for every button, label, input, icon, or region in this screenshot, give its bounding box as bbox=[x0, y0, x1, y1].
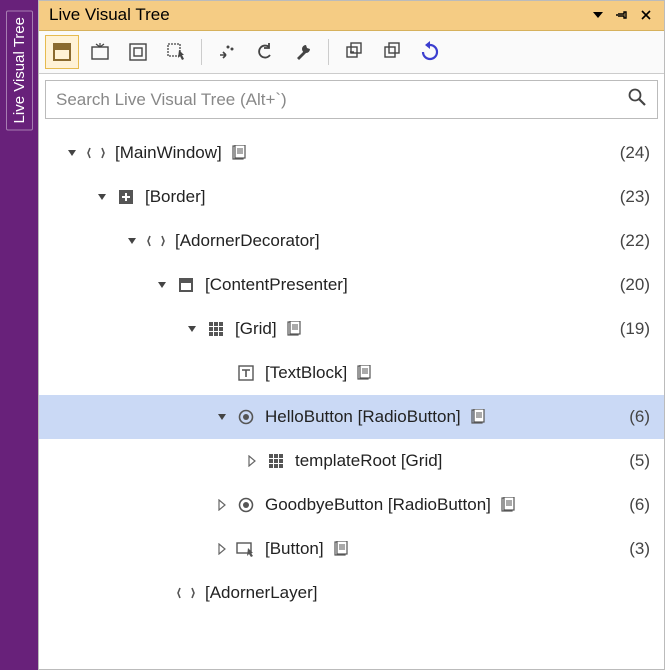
descendant-count: (6) bbox=[629, 407, 650, 427]
view-source-icon[interactable] bbox=[355, 364, 373, 382]
view-source-icon[interactable] bbox=[499, 496, 517, 514]
close-icon[interactable] bbox=[636, 5, 656, 25]
element-icon bbox=[85, 142, 107, 164]
tree-node-label: HelloButton [RadioButton] bbox=[265, 407, 461, 427]
button-icon bbox=[235, 538, 257, 560]
text-icon bbox=[235, 362, 257, 384]
chevron-down-icon[interactable] bbox=[123, 232, 141, 250]
side-tab[interactable]: Live Visual Tree bbox=[0, 0, 38, 670]
descendant-count: (24) bbox=[620, 143, 650, 163]
tree-node-label: [Border] bbox=[145, 187, 205, 207]
chevron-down-icon[interactable] bbox=[153, 276, 171, 294]
toolbar-sync-icon[interactable] bbox=[210, 35, 244, 69]
descendant-count: (19) bbox=[620, 319, 650, 339]
toolbar-collapse-all-icon[interactable] bbox=[337, 35, 371, 69]
toolbar-selection-icon[interactable] bbox=[45, 35, 79, 69]
panel: Live Visual Tree bbox=[38, 0, 665, 670]
descendant-count: (23) bbox=[620, 187, 650, 207]
radio-icon bbox=[235, 406, 257, 428]
tree-node[interactable]: [MainWindow] (24) bbox=[39, 131, 664, 175]
descendant-count: (22) bbox=[620, 231, 650, 251]
toolbar-undo-icon[interactable] bbox=[248, 35, 282, 69]
toolbar bbox=[39, 31, 664, 74]
toolbar-track-focus-icon[interactable] bbox=[121, 35, 155, 69]
side-tab-label: Live Visual Tree bbox=[6, 10, 33, 130]
element-icon bbox=[175, 582, 197, 604]
tree-node[interactable]: [TextBlock] bbox=[39, 351, 664, 395]
tree-view: [MainWindow] (24) [Border] (23) [AdornerDeco… bbox=[39, 125, 664, 669]
tree-node[interactable]: [Button] (3) bbox=[39, 527, 664, 571]
tree-node-label: [AdornerDecorator] bbox=[175, 231, 320, 251]
dropdown-icon[interactable] bbox=[588, 5, 608, 25]
tree-node[interactable]: [AdornerLayer] bbox=[39, 571, 664, 615]
panel-title: Live Visual Tree bbox=[49, 5, 584, 25]
tree-node-label: [Button] bbox=[265, 539, 324, 559]
tree-node[interactable]: GoodbyeButton [RadioButton] (6) bbox=[39, 483, 664, 527]
toolbar-wrench-icon[interactable] bbox=[286, 35, 320, 69]
tree-node[interactable]: [Grid] (19) bbox=[39, 307, 664, 351]
tree-node-label: [ContentPresenter] bbox=[205, 275, 348, 295]
chevron-down-icon[interactable] bbox=[93, 188, 111, 206]
search-icon[interactable] bbox=[627, 87, 649, 112]
view-source-icon[interactable] bbox=[285, 320, 303, 338]
chevron-down-icon[interactable] bbox=[63, 144, 81, 162]
chevron-right-icon[interactable] bbox=[213, 540, 231, 558]
tree-node-label: [Grid] bbox=[235, 319, 277, 339]
search-box[interactable] bbox=[45, 80, 658, 119]
tree-node[interactable]: HelloButton [RadioButton] (6) bbox=[39, 395, 664, 439]
toolbar-expand-all-icon[interactable] bbox=[375, 35, 409, 69]
tree-node[interactable]: [Border] (23) bbox=[39, 175, 664, 219]
toolbar-separator bbox=[201, 39, 202, 65]
grid-icon bbox=[265, 450, 287, 472]
tree-node[interactable]: [AdornerDecorator] (22) bbox=[39, 219, 664, 263]
descendant-count: (5) bbox=[629, 451, 650, 471]
content-icon bbox=[175, 274, 197, 296]
toolbar-refresh-icon[interactable] bbox=[413, 35, 447, 69]
chevron-right-icon[interactable] bbox=[243, 452, 261, 470]
toolbar-separator bbox=[328, 39, 329, 65]
toolbar-layout-adorner-icon[interactable] bbox=[83, 35, 117, 69]
tree-node-label: [TextBlock] bbox=[265, 363, 347, 383]
view-source-icon[interactable] bbox=[230, 144, 248, 162]
tree-node[interactable]: templateRoot [Grid] (5) bbox=[39, 439, 664, 483]
descendant-count: (3) bbox=[629, 539, 650, 559]
chevron-down-icon[interactable] bbox=[213, 408, 231, 426]
border-icon bbox=[115, 186, 137, 208]
descendant-count: (20) bbox=[620, 275, 650, 295]
grid-icon bbox=[205, 318, 227, 340]
element-icon bbox=[145, 230, 167, 252]
tree-node-label: templateRoot [Grid] bbox=[295, 451, 442, 471]
tree-node[interactable]: [ContentPresenter] (20) bbox=[39, 263, 664, 307]
toolbar-preview-selection-icon[interactable] bbox=[159, 35, 193, 69]
search-input[interactable] bbox=[54, 89, 627, 111]
view-source-icon[interactable] bbox=[469, 408, 487, 426]
radio-icon bbox=[235, 494, 257, 516]
chevron-right-icon[interactable] bbox=[213, 496, 231, 514]
view-source-icon[interactable] bbox=[332, 540, 350, 558]
descendant-count: (6) bbox=[629, 495, 650, 515]
chevron-down-icon[interactable] bbox=[183, 320, 201, 338]
tree-node-label: [MainWindow] bbox=[115, 143, 222, 163]
titlebar: Live Visual Tree bbox=[39, 1, 664, 31]
tree-node-label: [AdornerLayer] bbox=[205, 583, 317, 603]
pin-icon[interactable] bbox=[612, 5, 632, 25]
tree-node-label: GoodbyeButton [RadioButton] bbox=[265, 495, 491, 515]
